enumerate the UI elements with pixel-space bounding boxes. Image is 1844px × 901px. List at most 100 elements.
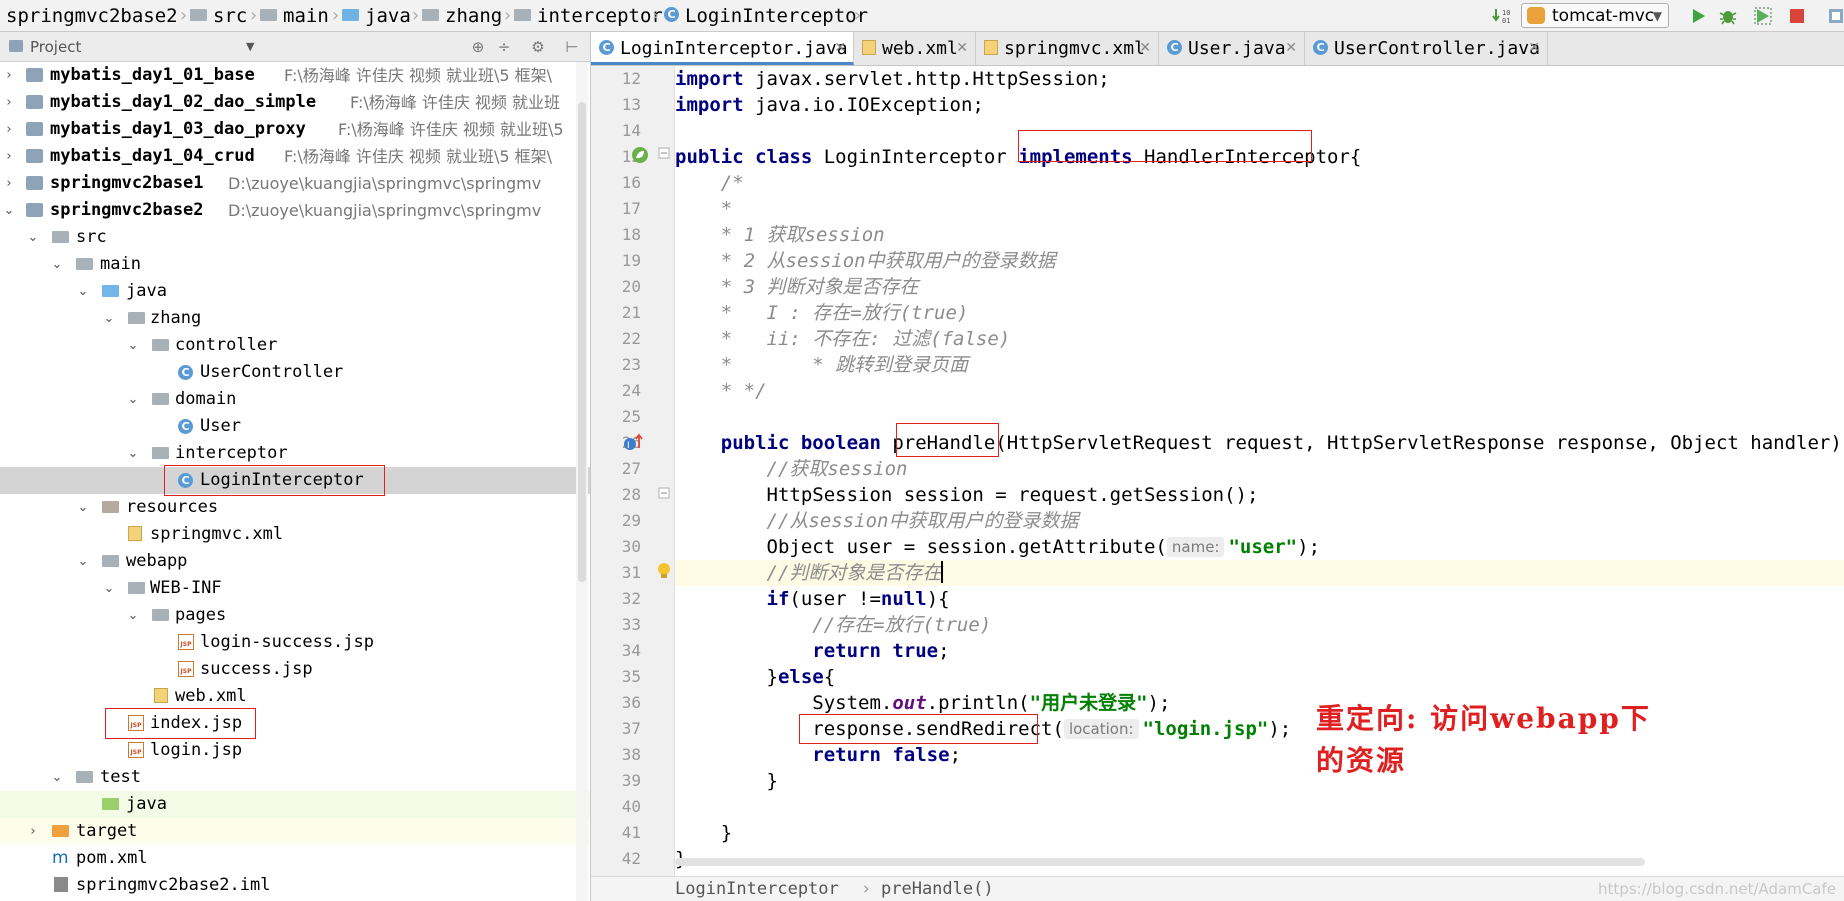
tree-row-test-java[interactable]: java bbox=[0, 791, 590, 818]
code-line[interactable]: * 1 获取session bbox=[675, 222, 1844, 248]
code-line[interactable]: return true; bbox=[675, 638, 1844, 664]
chevron-right-icon[interactable]: › bbox=[2, 116, 16, 143]
code-line[interactable]: //存在=放行(true) bbox=[675, 612, 1844, 638]
tree-row-success-jsp[interactable]: JSP success.jsp bbox=[0, 656, 590, 683]
tree-row-springmvc2base2[interactable]: ⌄ springmvc2base2 D:\zuoye\kuangjia\spri… bbox=[0, 197, 590, 224]
nav-crumb-src[interactable]: src bbox=[190, 0, 247, 32]
code-line[interactable]: //从session中获取用户的登录数据 bbox=[675, 508, 1844, 534]
tree-row-mybatis-day1-01-base[interactable]: › mybatis_day1_01_base F:\杨海峰 许佳庆 视频 就业班… bbox=[0, 62, 590, 89]
code-line[interactable] bbox=[675, 404, 1844, 430]
tree-row-index-jsp[interactable]: JSP index.jsp bbox=[0, 710, 590, 737]
tree-row-java[interactable]: ⌄ java bbox=[0, 278, 590, 305]
tree-row-user[interactable]: C User bbox=[0, 413, 590, 440]
code-editor[interactable]: 12 13 14 15 16 17 18 19 20 21 22 23 24 2… bbox=[591, 66, 1844, 876]
code-line[interactable]: //获取session bbox=[675, 456, 1844, 482]
tab-springmvc-xml[interactable]: springmvc.xml ✕ bbox=[976, 32, 1159, 65]
code-line[interactable]: HttpSession session = request.getSession… bbox=[675, 482, 1844, 508]
spring-bean-icon[interactable] bbox=[631, 146, 649, 164]
chevron-down-icon[interactable]: ▼ bbox=[246, 32, 254, 62]
tab-web-xml[interactable]: web.xml ✕ bbox=[854, 32, 976, 65]
tree-row-target[interactable]: › target bbox=[0, 818, 590, 845]
chevron-right-icon[interactable]: › bbox=[26, 818, 40, 845]
code-line[interactable]: * 2 从session中获取用户的登录数据 bbox=[675, 248, 1844, 274]
tab-logininterceptor-java[interactable]: C LoginInterceptor.java ✕ bbox=[591, 32, 854, 65]
chevron-down-icon[interactable]: ⌄ bbox=[126, 332, 140, 359]
code-line[interactable]: return false; bbox=[675, 742, 1844, 768]
code-line[interactable]: } bbox=[675, 820, 1844, 846]
coverage-icon[interactable] bbox=[1753, 6, 1773, 26]
tree-row-mybatis-day1-02-dao-simple[interactable]: › mybatis_day1_02_dao_simple F:\杨海峰 许佳庆 … bbox=[0, 89, 590, 116]
tree-row-interceptor[interactable]: ⌄ interceptor bbox=[0, 440, 590, 467]
code-line[interactable]: * */ bbox=[675, 378, 1844, 404]
tree-row-test[interactable]: ⌄ test bbox=[0, 764, 590, 791]
project-structure-icon[interactable] bbox=[1826, 6, 1844, 26]
project-panel-title[interactable]: Project bbox=[30, 32, 81, 62]
breadcrumb-method[interactable]: preHandle() bbox=[881, 877, 994, 901]
tree-row-domain[interactable]: ⌄ domain bbox=[0, 386, 590, 413]
code-line[interactable]: if(user !=null){ bbox=[675, 586, 1844, 612]
tree-row-webapp[interactable]: ⌄ webapp bbox=[0, 548, 590, 575]
tree-row-login-success-jsp[interactable]: JSP login-success.jsp bbox=[0, 629, 590, 656]
chevron-down-icon[interactable]: ⌄ bbox=[50, 251, 64, 278]
breadcrumb-class[interactable]: LoginInterceptor bbox=[675, 877, 839, 901]
tree-row-zhang[interactable]: ⌄ zhang bbox=[0, 305, 590, 332]
chevron-down-icon[interactable]: ⌄ bbox=[76, 494, 90, 521]
build-icon[interactable]: 10 01 bbox=[1492, 6, 1512, 26]
tree-row-iml[interactable]: springmvc2base2.iml bbox=[0, 872, 590, 899]
lightbulb-icon[interactable] bbox=[655, 561, 673, 581]
code-line[interactable] bbox=[675, 794, 1844, 820]
fold-icon[interactable] bbox=[657, 146, 671, 160]
tree-row-login-jsp[interactable]: JSP login.jsp bbox=[0, 737, 590, 764]
code-line[interactable]: * * 跳转到登录页面 bbox=[675, 352, 1844, 378]
code-line[interactable]: * ii: 不存在: 过滤(false) bbox=[675, 326, 1844, 352]
chevron-right-icon[interactable]: › bbox=[2, 170, 16, 197]
chevron-down-icon[interactable]: ⌄ bbox=[126, 602, 140, 629]
stop-icon[interactable] bbox=[1787, 6, 1807, 26]
fold-icon[interactable] bbox=[657, 486, 671, 500]
close-icon[interactable]: ✕ bbox=[1528, 32, 1540, 65]
tree-row-controller[interactable]: ⌄ controller bbox=[0, 332, 590, 359]
tree-row-mybatis-day1-04-crud[interactable]: › mybatis_day1_04_crud F:\杨海峰 许佳庆 视频 就业班… bbox=[0, 143, 590, 170]
code-line[interactable]: Object user = session.getAttribute(name:… bbox=[675, 534, 1844, 560]
gear-icon[interactable]: ⚙ bbox=[530, 39, 546, 55]
code-line[interactable]: }else{ bbox=[675, 664, 1844, 690]
hide-panel-icon[interactable]: ⊢ bbox=[564, 39, 580, 55]
nav-crumb-zhang[interactable]: zhang bbox=[422, 0, 502, 32]
close-icon[interactable]: ✕ bbox=[1285, 32, 1297, 65]
tab-usercontroller-java[interactable]: C UserController.java ✕ bbox=[1305, 32, 1548, 65]
run-configuration-select[interactable]: tomcat-mvc ▼ bbox=[1521, 3, 1669, 28]
nav-crumb-java[interactable]: java bbox=[342, 0, 411, 32]
close-icon[interactable]: ✕ bbox=[1139, 32, 1151, 65]
code-line[interactable]: * I : 存在=放行(true) bbox=[675, 300, 1844, 326]
close-icon[interactable]: ✕ bbox=[834, 32, 846, 65]
tree-row-mybatis-day1-03-dao-proxy[interactable]: › mybatis_day1_03_dao_proxy F:\杨海峰 许佳庆 视… bbox=[0, 116, 590, 143]
chevron-down-icon[interactable]: ⌄ bbox=[76, 548, 90, 575]
scrollbar-thumb[interactable] bbox=[578, 102, 586, 582]
chevron-right-icon[interactable]: › bbox=[2, 143, 16, 170]
code-line[interactable]: * 3 判断对象是否存在 bbox=[675, 274, 1844, 300]
implement-method-icon[interactable]: I bbox=[623, 433, 645, 453]
code-line[interactable]: public boolean preHandle(HttpServletRequ… bbox=[675, 430, 1844, 456]
tab-user-java[interactable]: C User.java ✕ bbox=[1159, 32, 1305, 65]
code-line[interactable]: * bbox=[675, 196, 1844, 222]
nav-crumb-interceptor[interactable]: interceptor bbox=[514, 0, 663, 32]
chevron-right-icon[interactable]: › bbox=[2, 62, 16, 89]
code-line[interactable]: import java.io.IOException; bbox=[675, 92, 1844, 118]
code-line[interactable]: System.out.println("用户未登录"); bbox=[675, 690, 1844, 716]
tree-row-src[interactable]: ⌄ src bbox=[0, 224, 590, 251]
nav-crumb-main[interactable]: main bbox=[260, 0, 329, 32]
locate-icon[interactable]: ⊕ bbox=[470, 39, 486, 55]
nav-crumb-project[interactable]: springmvc2base2 bbox=[6, 0, 178, 32]
chevron-down-icon[interactable]: ⌄ bbox=[2, 197, 16, 224]
chevron-down-icon[interactable]: ⌄ bbox=[26, 224, 40, 251]
chevron-down-icon[interactable]: ⌄ bbox=[50, 764, 64, 791]
chevron-down-icon[interactable]: ⌄ bbox=[102, 305, 116, 332]
collapse-all-icon[interactable]: ÷ bbox=[496, 39, 512, 55]
close-icon[interactable]: ✕ bbox=[956, 32, 968, 65]
tree-row-pages[interactable]: ⌄ pages bbox=[0, 602, 590, 629]
chevron-down-icon[interactable]: ⌄ bbox=[102, 575, 116, 602]
tree-row-web-xml[interactable]: web.xml bbox=[0, 683, 590, 710]
nav-crumb-logininterceptor[interactable]: C LoginInterceptor bbox=[664, 0, 868, 32]
chevron-down-icon[interactable]: ⌄ bbox=[126, 386, 140, 413]
chevron-right-icon[interactable]: › bbox=[2, 89, 16, 116]
